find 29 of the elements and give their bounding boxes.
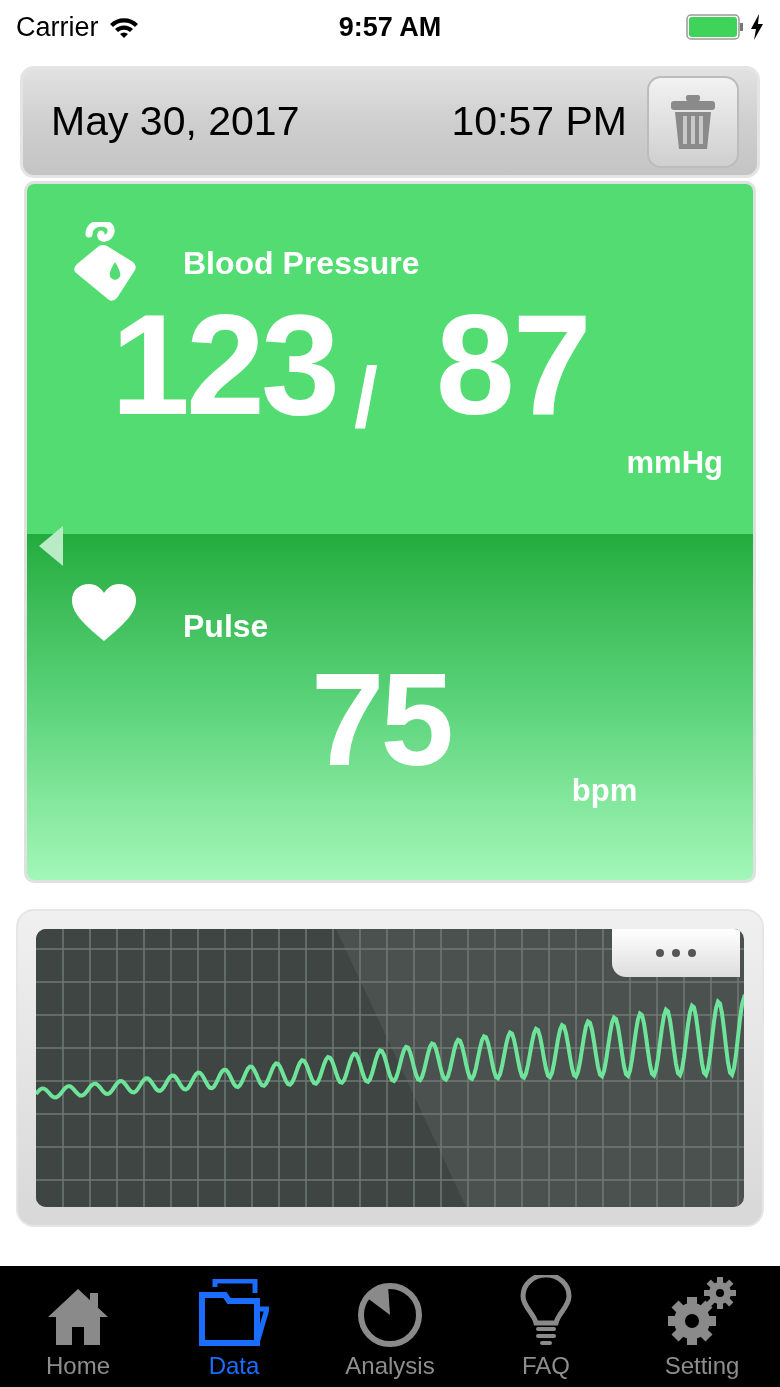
status-time: 9:57 AM — [338, 10, 442, 44]
heart-icon — [71, 584, 137, 642]
pulse-value: 75 — [311, 654, 450, 786]
tab[interactable]: Home — [0, 1266, 156, 1387]
record-time: 10:57 PM — [451, 97, 627, 147]
wifi-icon — [108, 16, 139, 38]
battery-icon — [686, 14, 744, 40]
tab[interactable]: Setting — [624, 1266, 780, 1387]
lightbulb-icon — [520, 1275, 572, 1347]
previous-arrow[interactable] — [39, 526, 63, 566]
tab[interactable]: FAQ — [468, 1266, 624, 1387]
more-icon — [656, 949, 696, 957]
delete-button[interactable] — [647, 76, 739, 168]
tab[interactable]: Analysis — [312, 1266, 468, 1387]
more-button[interactable] — [612, 929, 740, 977]
pressure-unit: mmHg — [626, 444, 723, 482]
gears-icon — [666, 1275, 738, 1347]
trash-icon — [669, 94, 717, 150]
pulse-label: Pulse — [183, 607, 269, 646]
separator: / — [353, 354, 378, 440]
house-icon — [46, 1287, 110, 1347]
tab[interactable]: Data — [156, 1266, 312, 1387]
record-date: May 30, 2017 — [51, 97, 300, 147]
folder-icon — [199, 1279, 269, 1347]
blood-pressure-label: Blood Pressure — [183, 244, 420, 283]
pulse-unit: bpm — [571, 771, 638, 810]
carrier-label: Carrier — [16, 10, 99, 44]
systolic-value: 123 — [111, 294, 336, 436]
diastolic-value: 87 — [435, 294, 590, 436]
